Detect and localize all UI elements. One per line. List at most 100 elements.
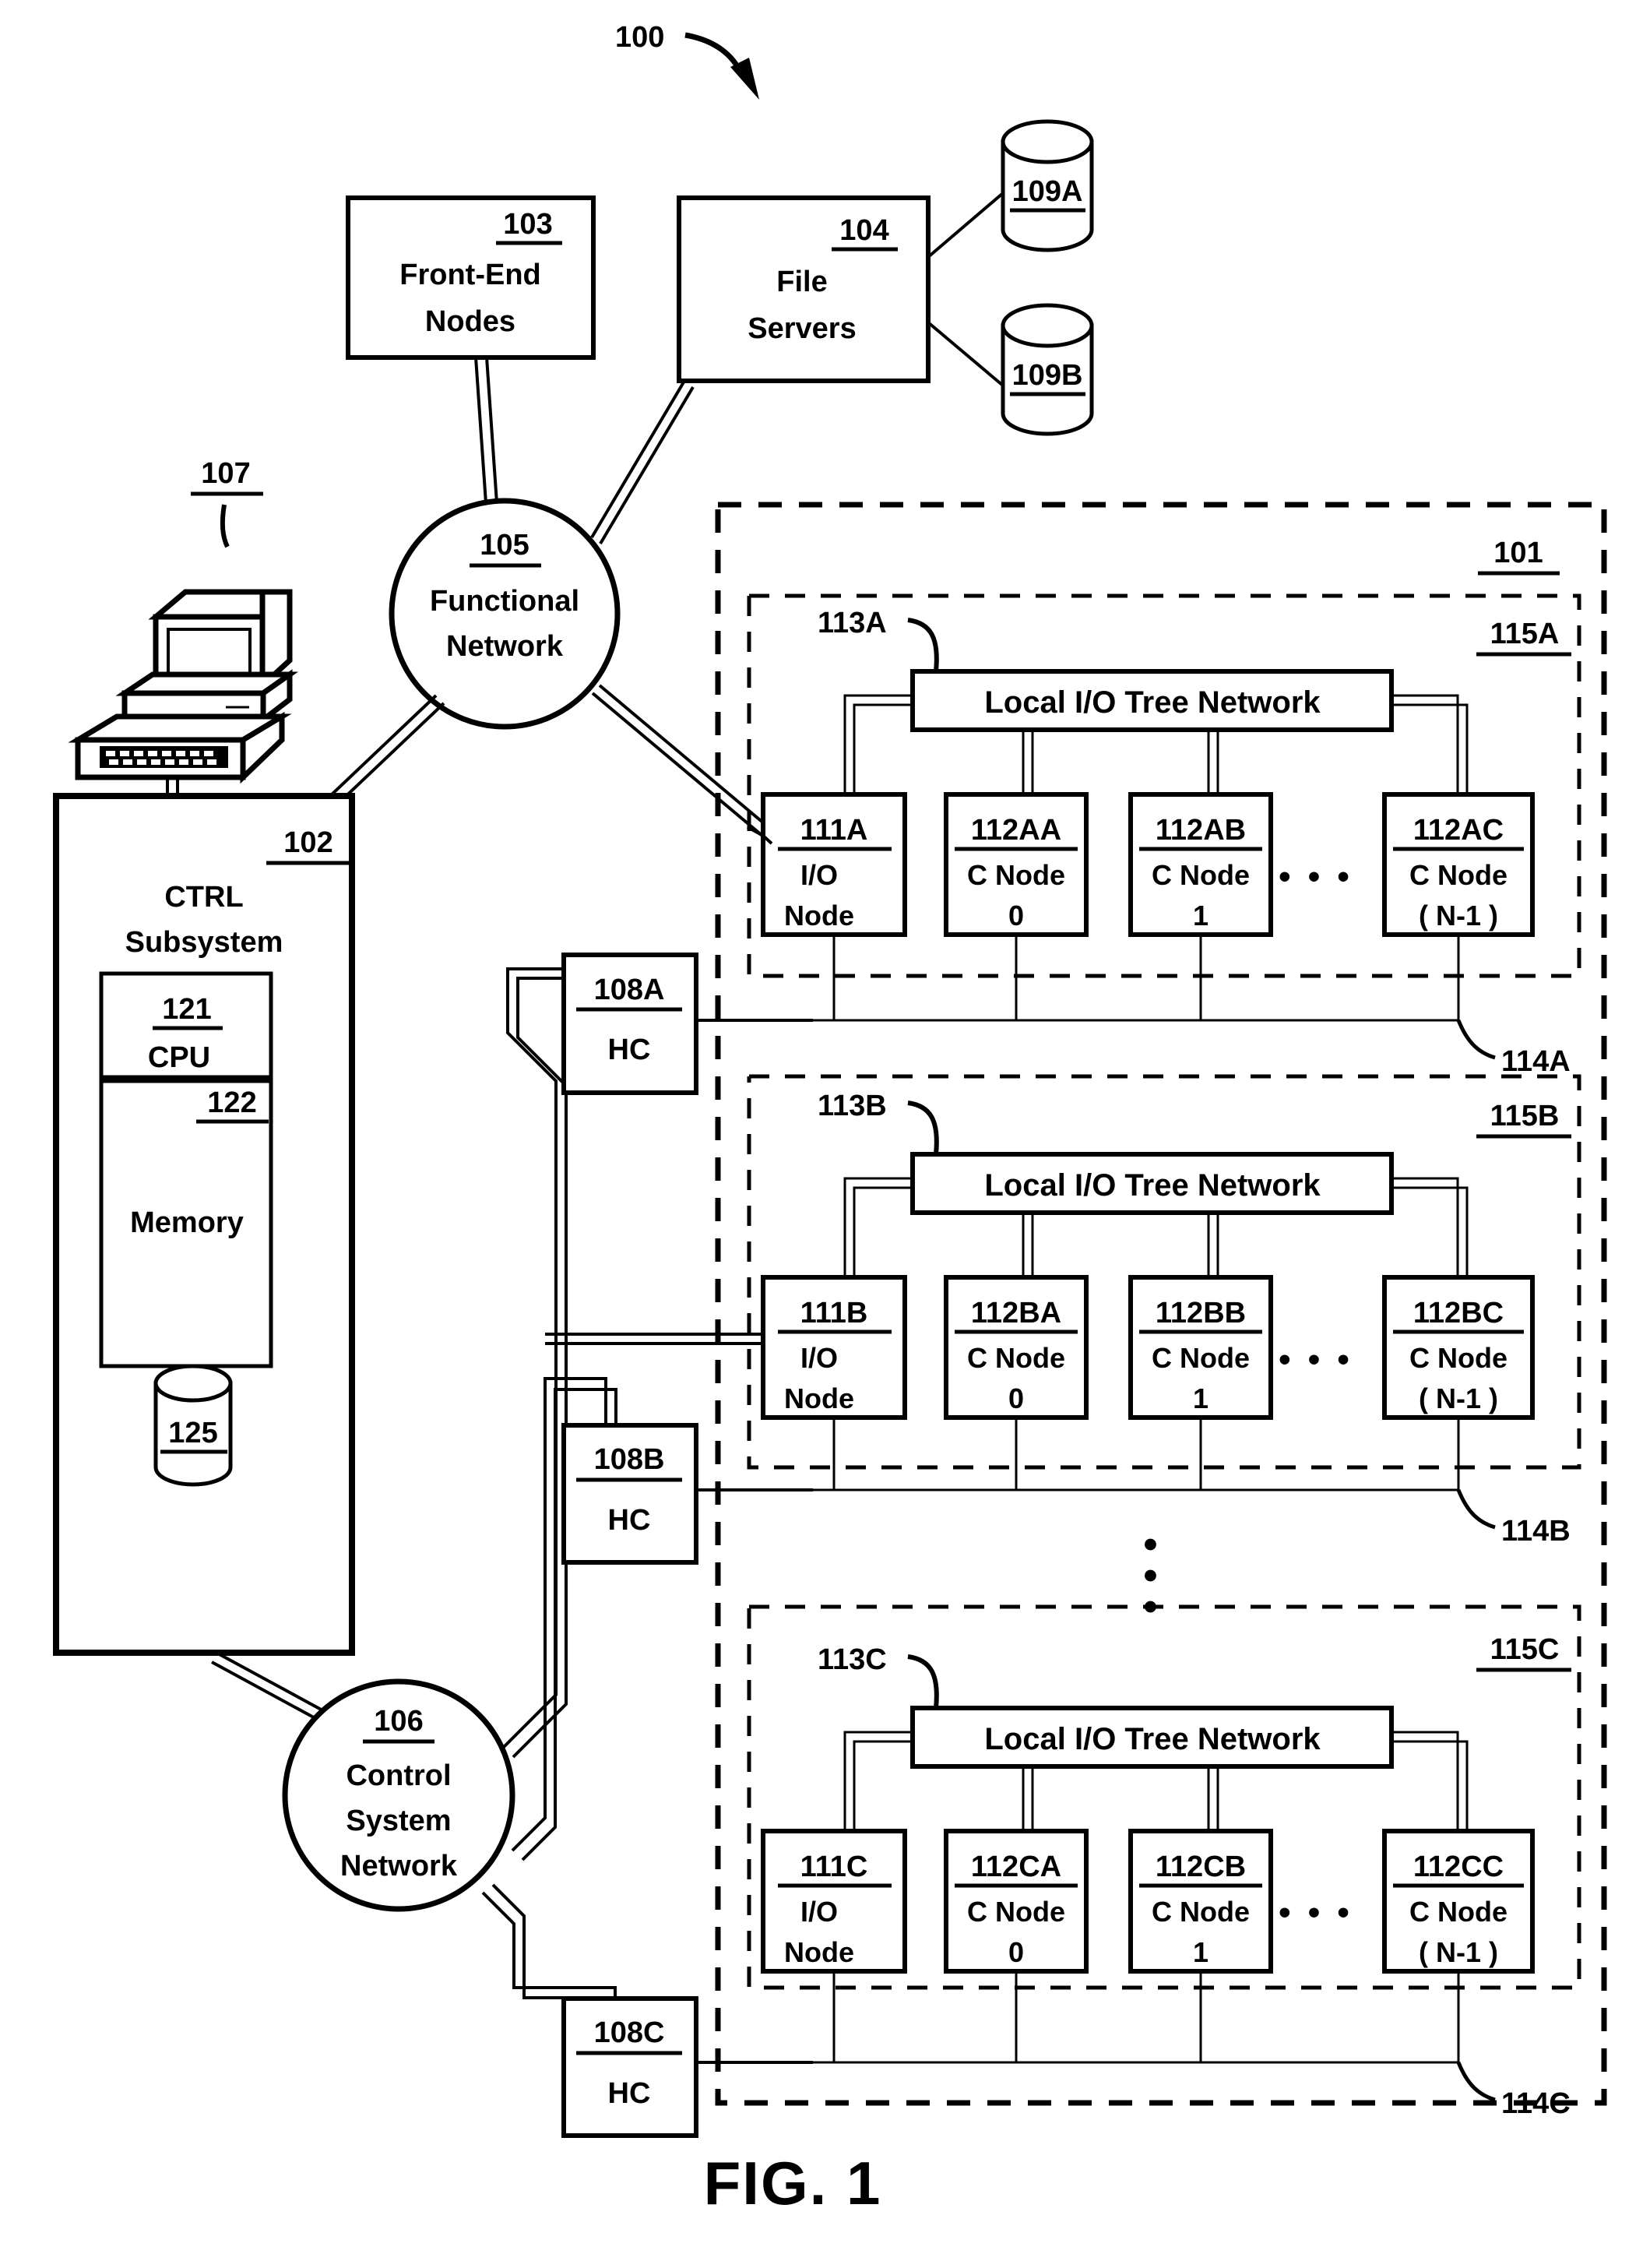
functional-network-label-2: Network [446, 630, 564, 663]
node-111C-label-2: Node [784, 1936, 854, 1968]
node-111C: 111C I/O Node [761, 1829, 907, 1974]
node-111A-ref: 111A [800, 814, 868, 847]
node-112BC: 112BC C Node ( N-1 ) [1382, 1275, 1535, 1420]
local-io-tree-network-C-label: Local I/O Tree Network [984, 1722, 1321, 1756]
node-111B-label-2: Node [784, 1382, 854, 1414]
workstation-ref: 107 [201, 457, 250, 490]
local-io-tree-network-B-label: Local I/O Tree Network [984, 1168, 1321, 1203]
memory-label: Memory [130, 1206, 244, 1239]
front-end-nodes-block: 103 Front-End Nodes [346, 195, 596, 360]
node-111A: 111A I/O Node [761, 792, 907, 937]
node-112AB-label-1: C Node [1152, 859, 1250, 891]
hc-108A-ref: 108A [594, 974, 665, 1006]
rack-B-ellipsis: • • • [1279, 1340, 1353, 1379]
file-servers-block: 104 File Servers [677, 195, 931, 383]
file-servers-ref: 104 [839, 214, 888, 247]
node-112BA: 112BA C Node 0 [944, 1275, 1089, 1420]
node-111C-label-1: I/O [800, 1896, 838, 1928]
node-111A-label-2: Node [784, 900, 854, 932]
cpu-ref: 121 [162, 993, 211, 1026]
hc-108A-label: HC [608, 1034, 651, 1066]
ctrl-disk-125: 125 [153, 1364, 233, 1487]
node-112CC: 112CC C Node ( N-1 ) [1382, 1829, 1535, 1974]
control-system-network-ref: 106 [374, 1705, 423, 1738]
ctrl-subsystem-block: 102 CTRL Subsystem 121 CPU 122 Memory 12… [53, 793, 355, 1656]
ctrl-subsystem-ref: 102 [283, 826, 332, 859]
node-111B: 111B I/O Node [761, 1275, 907, 1420]
node-112AA-ref: 112AA [971, 814, 1061, 847]
node-112AB-ref: 112AB [1156, 814, 1246, 847]
hc-108B-label: HC [608, 1504, 651, 1537]
node-112AC-ref: 112AC [1413, 814, 1504, 847]
functional-network-node: 105 Functional Network [389, 498, 621, 730]
tree-113B-ref: 113B [818, 1090, 887, 1122]
front-end-nodes-ref: 103 [503, 208, 552, 241]
patent-figure-1: 1 0 0 103 Front-End Nodes 104 File Servers… [0, 0, 1650, 2268]
node-112CB-label-1: C Node [1152, 1896, 1250, 1928]
node-112CB-label-2: 1 [1193, 1936, 1208, 1968]
node-112BC-label-2: ( N-1 ) [1419, 1382, 1498, 1414]
node-111C-ref: 111C [800, 1851, 868, 1883]
local-io-tree-network-A: Local I/O Tree Network [910, 669, 1394, 732]
figure-caption: FIG. 1 [704, 2149, 882, 2217]
node-112AA-label-2: 0 [1008, 900, 1024, 932]
node-111B-label-1: I/O [800, 1342, 838, 1374]
bus-114B-ref: 114B [1501, 1515, 1571, 1548]
ctrl-disk-ref: 125 [168, 1417, 217, 1449]
node-112BC-label-1: C Node [1409, 1342, 1508, 1374]
ctrl-subsystem-title-2: Subsystem [125, 926, 283, 959]
disk-109B-ref: 109B [1012, 359, 1083, 392]
rack-B-bus-drops [813, 1418, 1460, 1491]
control-system-network-label-1: Control [346, 1759, 451, 1792]
rack-115B: 115B 113B Local I/O Tree Network 111B I/… [747, 1074, 1581, 1548]
node-112CC-label-1: C Node [1409, 1896, 1508, 1928]
disk-109A: 109A [1001, 119, 1094, 252]
hc-108C-label: HC [608, 2077, 651, 2110]
node-112AA: 112AA C Node 0 [944, 792, 1089, 937]
node-112CA-ref: 112CA [971, 1851, 1061, 1883]
rack-115C: 115C 113C Local I/O Tree Network 111C I/… [747, 1604, 1581, 2120]
workstation-107: 107 [68, 457, 299, 796]
node-112BB-ref: 112BB [1156, 1297, 1246, 1329]
compute-core-ref: 101 [1493, 537, 1543, 569]
front-end-nodes-label-2: Nodes [425, 305, 515, 338]
control-system-network-label-2: System [346, 1805, 451, 1837]
ctrl-subsystem-title-1: CTRL [164, 881, 243, 914]
node-112AC-label-1: C Node [1409, 859, 1508, 891]
computer-workstation-icon [68, 589, 299, 784]
node-112CB: 112CB C Node 1 [1128, 1829, 1273, 1974]
node-112AB: 112AB C Node 1 [1128, 792, 1273, 937]
bus-114A-ref: 114A [1501, 1045, 1571, 1078]
node-112BC-ref: 112BC [1413, 1297, 1504, 1329]
node-112AC: 112AC C Node ( N-1 ) [1382, 792, 1535, 937]
cpu-label: CPU [148, 1041, 210, 1074]
disk-109B: 109B [1001, 303, 1094, 436]
functional-network-ref: 105 [480, 529, 529, 562]
node-112CB-ref: 112CB [1156, 1851, 1246, 1883]
node-112CA-label-1: C Node [967, 1896, 1065, 1928]
memory-ref: 122 [207, 1086, 256, 1119]
rack-115C-ref: 115C [1490, 1633, 1560, 1666]
hc-108B-ref: 108B [594, 1443, 665, 1476]
node-112CC-label-2: ( N-1 ) [1419, 1936, 1498, 1968]
node-112AA-label-1: C Node [967, 859, 1065, 891]
node-111A-label-1: I/O [800, 859, 838, 891]
node-112CA-label-2: 0 [1008, 1936, 1024, 1968]
node-112BB-label-1: C Node [1152, 1342, 1250, 1374]
local-io-tree-network-B: Local I/O Tree Network [910, 1152, 1394, 1215]
control-system-network-label-3: Network [340, 1850, 458, 1882]
hc-108C-ref: 108C [594, 2016, 665, 2049]
node-112BA-label-1: C Node [967, 1342, 1065, 1374]
node-112CA: 112CA C Node 0 [944, 1829, 1089, 1974]
rack-C-bus-drops [813, 1971, 1460, 2064]
hc-108B-block: 108B HC [561, 1423, 813, 1565]
tree-113A-ref: 113A [818, 607, 887, 639]
functional-network-label-1: Functional [430, 585, 579, 618]
file-servers-label-2: Servers [748, 312, 856, 345]
node-112AB-label-2: 1 [1193, 900, 1208, 932]
control-system-network-node: 106 Control System Network [282, 1678, 515, 1912]
node-112BB: 112BB C Node 1 [1128, 1275, 1273, 1420]
memory-block: 122 Memory [99, 1079, 273, 1368]
node-112CC-ref: 112CC [1413, 1851, 1504, 1883]
node-112BA-ref: 112BA [971, 1297, 1061, 1329]
